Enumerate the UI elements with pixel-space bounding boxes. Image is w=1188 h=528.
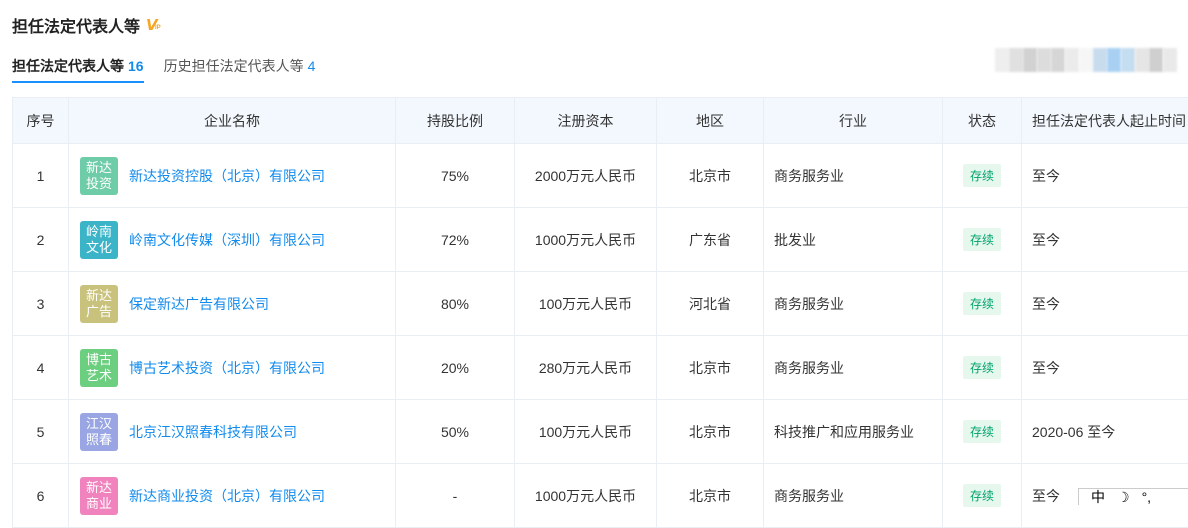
table-row: 4 博古 艺术 博古艺术投资（北京）有限公司 20% 280万元人民币 北京市 …	[13, 336, 1188, 400]
row-index: 6	[13, 464, 69, 528]
table-row: 3 新达 广告 保定新达广告有限公司 80% 100万元人民币 河北省 商务服务…	[13, 272, 1188, 336]
status-badge: 存续	[963, 164, 1001, 187]
company-cell: 江汉 照春 北京江汉照春科技有限公司	[69, 400, 396, 464]
status-badge: 存续	[963, 292, 1001, 315]
status-cell: 存续	[943, 464, 1022, 528]
ratio-cell: 75%	[396, 144, 515, 208]
row-index: 1	[13, 144, 69, 208]
period-cell: 2020-06 至今	[1022, 400, 1188, 464]
company-name-link[interactable]: 保定新达广告有限公司	[129, 294, 269, 314]
row-index: 3	[13, 272, 69, 336]
ratio-cell: 50%	[396, 400, 515, 464]
section-title: 担任法定代表人等	[12, 13, 140, 37]
row-index: 5	[13, 400, 69, 464]
period-cell: 至今	[1022, 336, 1188, 400]
company-name-link[interactable]: 新达商业投资（北京）有限公司	[129, 486, 325, 506]
table-header-row: 序号 企业名称 持股比例 注册资本 地区 行业 状态 担任法定代表人起止时间	[13, 98, 1188, 144]
header-region: 地区	[657, 98, 764, 144]
region-cell: 河北省	[657, 272, 764, 336]
company-name-link[interactable]: 新达投资控股（北京）有限公司	[129, 166, 325, 186]
period-cell: 至今	[1022, 208, 1188, 272]
ratio-cell: 20%	[396, 336, 515, 400]
capital-cell: 100万元人民币	[515, 400, 657, 464]
industry-cell: 商务服务业	[764, 336, 943, 400]
ratio-cell: 80%	[396, 272, 515, 336]
header-status: 状态	[943, 98, 1022, 144]
period-cell: 至今	[1022, 144, 1188, 208]
ratio-cell: 72%	[396, 208, 515, 272]
ime-toolbar[interactable]: 中 ☽ °,	[1078, 488, 1188, 505]
company-logo: 新达 商业	[80, 477, 118, 515]
status-cell: 存续	[943, 144, 1022, 208]
region-cell: 广东省	[657, 208, 764, 272]
ime-punctuation-icon[interactable]: °,	[1142, 489, 1152, 505]
ime-language[interactable]: 中	[1091, 487, 1105, 507]
industry-cell: 商务服务业	[764, 144, 943, 208]
header-index: 序号	[13, 98, 69, 144]
header-company: 企业名称	[69, 98, 396, 144]
region-cell: 北京市	[657, 144, 764, 208]
region-cell: 北京市	[657, 464, 764, 528]
tab-label: 担任法定代表人等	[12, 58, 124, 74]
industry-cell: 商务服务业	[764, 464, 943, 528]
row-index: 4	[13, 336, 69, 400]
company-logo: 新达 投资	[80, 157, 118, 195]
status-badge: 存续	[963, 356, 1001, 379]
capital-cell: 100万元人民币	[515, 272, 657, 336]
company-logo: 新达 广告	[80, 285, 118, 323]
ratio-cell: -	[396, 464, 515, 528]
ime-moon-icon[interactable]: ☽	[1117, 489, 1130, 506]
region-cell: 北京市	[657, 336, 764, 400]
table-row: 6 新达 商业 新达商业投资（北京）有限公司 - 1000万元人民币 北京市 商…	[13, 464, 1188, 528]
industry-cell: 批发业	[764, 208, 943, 272]
table-row: 1 新达 投资 新达投资控股（北京）有限公司 75% 2000万元人民币 北京市…	[13, 144, 1188, 208]
status-cell: 存续	[943, 336, 1022, 400]
company-name-link[interactable]: 北京江汉照春科技有限公司	[129, 422, 297, 442]
capital-cell: 280万元人民币	[515, 336, 657, 400]
section-header: 担任法定代表人等 VIP	[12, 13, 162, 37]
capital-cell: 1000万元人民币	[515, 208, 657, 272]
company-logo: 博古 艺术	[80, 349, 118, 387]
capital-cell: 2000万元人民币	[515, 144, 657, 208]
period-cell: 至今	[1022, 272, 1188, 336]
tab-label: 历史担任法定代表人等	[164, 58, 304, 74]
legal-rep-table: 序号 企业名称 持股比例 注册资本 地区 行业 状态 担任法定代表人起止时间 1…	[12, 97, 1188, 528]
header-capital: 注册资本	[515, 98, 657, 144]
blurred-region	[995, 48, 1177, 72]
tab-count: 4	[308, 58, 316, 74]
company-cell: 新达 商业 新达商业投资（北京）有限公司	[69, 464, 396, 528]
status-cell: 存续	[943, 272, 1022, 336]
company-name-link[interactable]: 岭南文化传媒（深圳）有限公司	[129, 230, 325, 250]
tab-count: 16	[128, 58, 144, 74]
capital-cell: 1000万元人民币	[515, 464, 657, 528]
company-cell: 新达 广告 保定新达广告有限公司	[69, 272, 396, 336]
status-cell: 存续	[943, 400, 1022, 464]
company-cell: 新达 投资 新达投资控股（北京）有限公司	[69, 144, 396, 208]
tab-history-legal-rep[interactable]: 历史担任法定代表人等4	[164, 56, 316, 80]
company-cell: 岭南 文化 岭南文化传媒（深圳）有限公司	[69, 208, 396, 272]
region-cell: 北京市	[657, 400, 764, 464]
vip-icon: VIP	[146, 17, 162, 33]
company-logo: 岭南 文化	[80, 221, 118, 259]
row-index: 2	[13, 208, 69, 272]
status-cell: 存续	[943, 208, 1022, 272]
table-row: 2 岭南 文化 岭南文化传媒（深圳）有限公司 72% 1000万元人民币 广东省…	[13, 208, 1188, 272]
tab-current-legal-rep[interactable]: 担任法定代表人等16	[12, 56, 144, 80]
company-name-link[interactable]: 博古艺术投资（北京）有限公司	[129, 358, 325, 378]
header-industry: 行业	[764, 98, 943, 144]
status-badge: 存续	[963, 420, 1001, 443]
tab-bar: 担任法定代表人等16 历史担任法定代表人等4	[12, 56, 335, 80]
industry-cell: 商务服务业	[764, 272, 943, 336]
company-cell: 博古 艺术 博古艺术投资（北京）有限公司	[69, 336, 396, 400]
header-ratio: 持股比例	[396, 98, 515, 144]
status-badge: 存续	[963, 228, 1001, 251]
company-logo: 江汉 照春	[80, 413, 118, 451]
table-row: 5 江汉 照春 北京江汉照春科技有限公司 50% 100万元人民币 北京市 科技…	[13, 400, 1188, 464]
header-period: 担任法定代表人起止时间	[1022, 98, 1188, 144]
industry-cell: 科技推广和应用服务业	[764, 400, 943, 464]
